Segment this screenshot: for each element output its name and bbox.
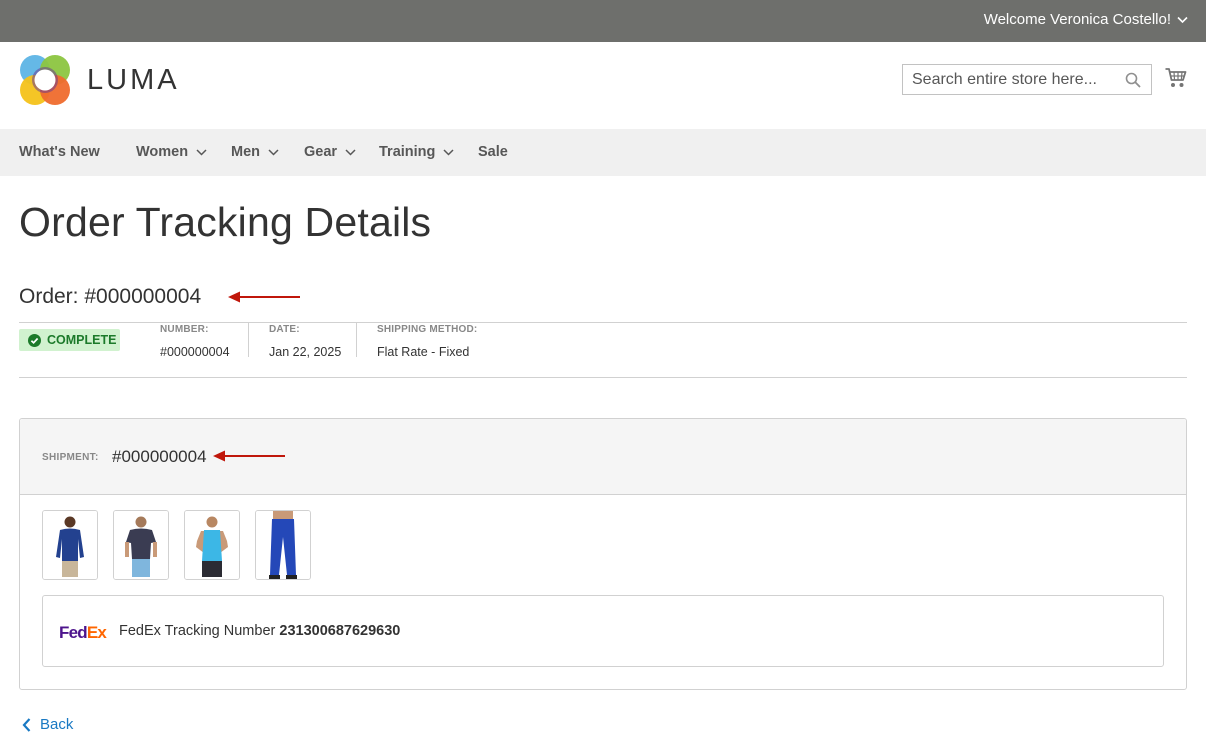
- divider: [19, 377, 1187, 378]
- chevron-down-icon: [1177, 16, 1188, 23]
- product-image-pants: [256, 511, 310, 579]
- nav-item-label: Sale: [478, 144, 508, 160]
- nav-item-women[interactable]: Women: [136, 144, 207, 160]
- top-bar: Welcome Veronica Costello!: [0, 0, 1206, 42]
- nav-item-label: Women: [136, 144, 189, 160]
- product-image-tee-shirt: [114, 511, 168, 579]
- annotation-arrow-icon: [213, 450, 285, 462]
- product-image-tank-top: [185, 511, 239, 579]
- product-thumbnail[interactable]: [113, 510, 169, 580]
- nav-item-men[interactable]: Men: [231, 144, 279, 160]
- meta-label: SHIPPING METHOD:: [377, 324, 478, 335]
- order-title: Order: #000000004: [19, 285, 202, 308]
- annotation-arrow-icon: [228, 291, 300, 303]
- tracking-number[interactable]: 231300687629630: [279, 623, 400, 639]
- chevron-down-icon: [196, 148, 207, 156]
- fedex-logo: FedEx: [59, 623, 107, 642]
- back-link[interactable]: Back: [22, 716, 73, 733]
- search-box[interactable]: [902, 64, 1152, 95]
- shipment-header: SHIPMENT: #000000004: [20, 419, 1186, 495]
- search-icon[interactable]: [1125, 72, 1141, 88]
- status-label: COMPLETE: [47, 333, 117, 347]
- meta-value: #000000004: [160, 345, 230, 359]
- product-image-long-sleeve-shirt: [43, 511, 97, 579]
- main-navigation: What's New Women Men Gear Training Sale: [0, 129, 1206, 176]
- shipment-number: #000000004: [112, 447, 207, 466]
- tracking-text: FedEx Tracking Number 231300687629630: [119, 623, 400, 639]
- luma-logo-icon: [20, 55, 70, 105]
- product-thumbnail[interactable]: [42, 510, 98, 580]
- search-input[interactable]: [903, 65, 1113, 94]
- page-title: Order Tracking Details: [19, 199, 432, 245]
- nav-item-sale[interactable]: Sale: [478, 144, 508, 160]
- nav-item-whats-new[interactable]: What's New: [19, 144, 100, 160]
- shipment-label: SHIPMENT:: [42, 452, 99, 463]
- tracking-info: FedEx FedEx Tracking Number 231300687629…: [42, 595, 1164, 667]
- nav-item-label: Training: [379, 144, 436, 160]
- meta-value: Jan 22, 2025: [269, 345, 342, 359]
- chevron-down-icon: [345, 148, 356, 156]
- meta-label: NUMBER:: [160, 324, 209, 335]
- chevron-down-icon: [443, 148, 454, 156]
- product-thumbnail[interactable]: [255, 510, 311, 580]
- store-logo[interactable]: LUMA: [19, 54, 180, 106]
- order-meta-shipping-method: SHIPPING METHOD: Flat Rate - Fixed: [377, 324, 477, 359]
- back-label: Back: [40, 716, 74, 733]
- order-meta-date: DATE: Jan 22, 2025: [269, 324, 341, 359]
- nav-item-training[interactable]: Training: [379, 144, 454, 160]
- nav-item-label: What's New: [19, 144, 100, 160]
- meta-label: DATE:: [269, 324, 300, 335]
- meta-value: Flat Rate - Fixed: [377, 345, 470, 359]
- page-header: LUMA: [0, 42, 1206, 129]
- nav-item-label: Gear: [304, 144, 338, 160]
- chevron-left-icon: [22, 717, 31, 732]
- customer-menu[interactable]: Welcome Veronica Costello!: [984, 11, 1188, 28]
- tracking-label: FedEx Tracking Number: [119, 623, 276, 639]
- meta-separator: [248, 323, 249, 357]
- welcome-message: Welcome Veronica Costello!: [983, 11, 1171, 28]
- nav-item-label: Men: [231, 144, 260, 160]
- order-meta-number: NUMBER: #000000004: [160, 324, 230, 359]
- shipment-panel: SHIPMENT: #000000004 FedEx FedEx Trackin…: [19, 418, 1187, 690]
- logo-text: LUMA: [87, 63, 180, 96]
- nav-item-gear[interactable]: Gear: [304, 144, 356, 160]
- check-circle-icon: [28, 333, 41, 347]
- cart-icon[interactable]: [1165, 67, 1187, 89]
- chevron-down-icon: [268, 148, 279, 156]
- status-badge: COMPLETE: [19, 329, 120, 351]
- meta-separator: [356, 323, 357, 357]
- product-thumbnail[interactable]: [184, 510, 240, 580]
- divider: [19, 322, 1187, 323]
